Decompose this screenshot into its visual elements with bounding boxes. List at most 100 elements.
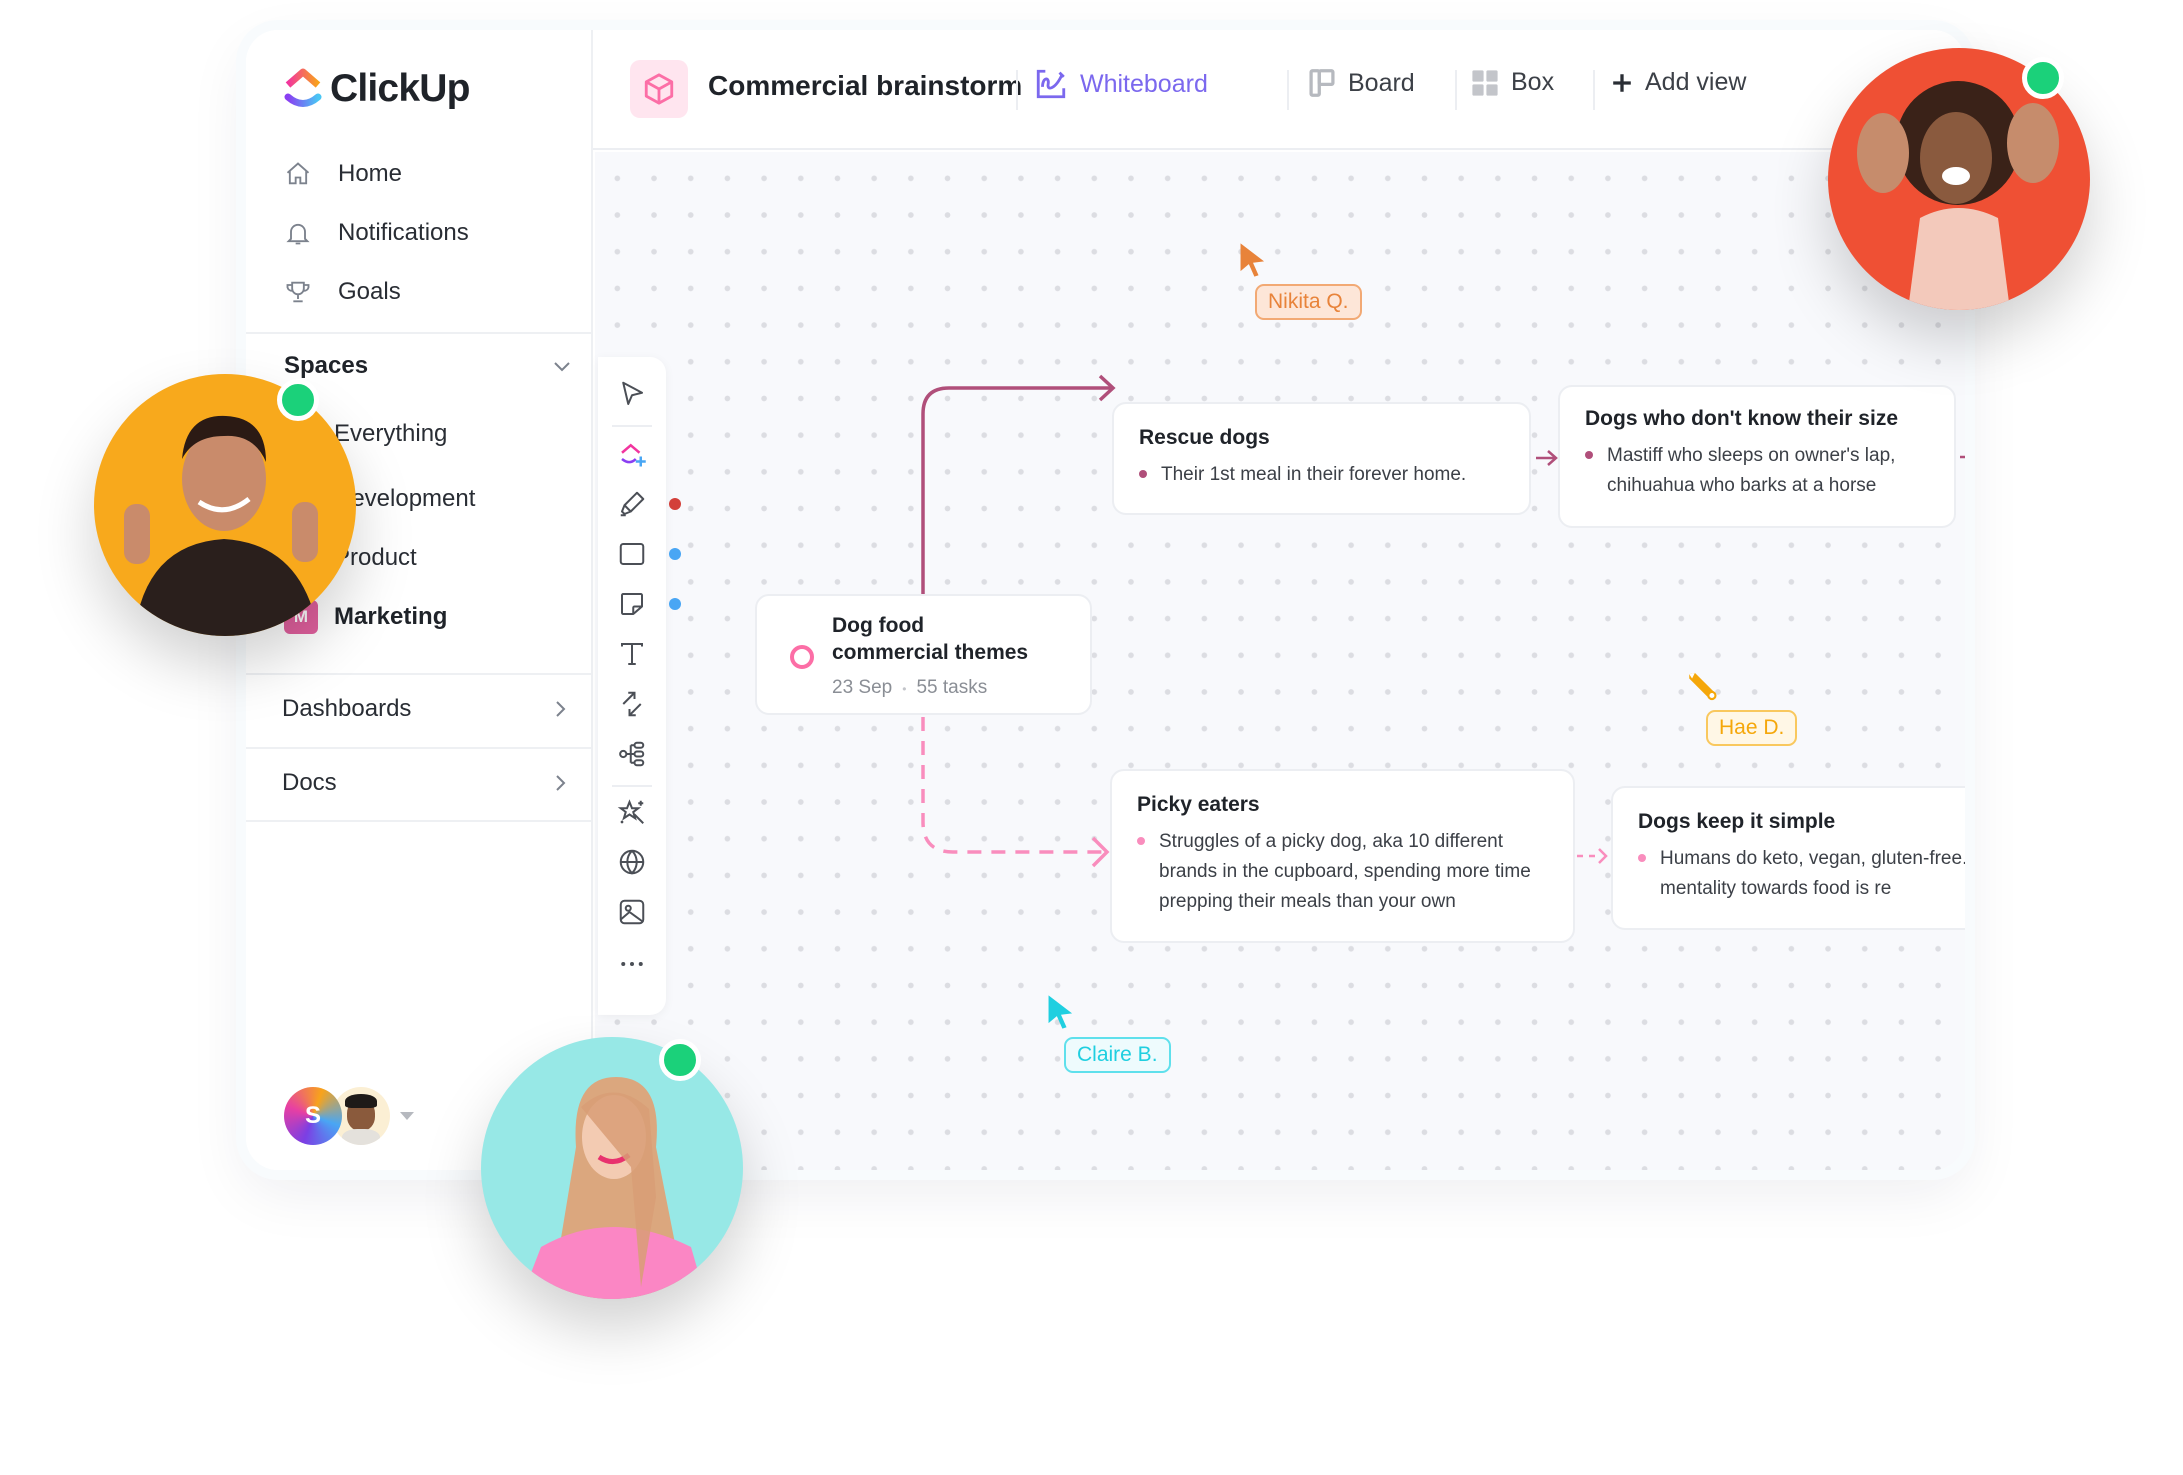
online-indicator [2022, 57, 2064, 99]
task-count: 55 tasks [916, 677, 988, 698]
trophy-icon [286, 281, 310, 303]
due-date: 23 Sep [832, 677, 893, 698]
online-indicator [277, 379, 319, 421]
chevron-down-icon[interactable] [550, 354, 574, 378]
idea-card-bullet: Mastiff who sleeps on owner's lap, chihu… [1585, 441, 1929, 501]
docs-link[interactable]: Docs [282, 769, 572, 797]
idea-card-title: Dogs who don't know their size [1585, 407, 1899, 430]
app-window: ClickUp Home Notifications Goals Spaces … [246, 30, 1965, 1170]
cursor-label-hae: Hae D. [1706, 710, 1798, 746]
clickup-logo[interactable]: ClickUp [284, 67, 470, 111]
bell-icon [286, 223, 310, 245]
divider [246, 747, 593, 749]
arrowhead [1598, 848, 1608, 864]
idea-card[interactable]: Picky eaters Struggles of a picky dog, a… [1110, 769, 1575, 943]
bullet-dot [1139, 470, 1147, 478]
bullet-dot [1638, 854, 1646, 862]
cursor-label-nikita: Nikita Q. [1255, 284, 1362, 320]
space-everything-label: Everything [334, 420, 448, 447]
main-topic-title-line2: commercial themes [832, 641, 1029, 664]
cursor-name: Claire B. [1077, 1043, 1158, 1066]
main-topic-title: Dog food commercial themes [832, 612, 1028, 666]
idea-card-bullet: Their 1st meal in their forever home. [1139, 460, 1504, 490]
tab-box[interactable]: Box [1471, 68, 1554, 97]
pencil-cursor-icon [1689, 672, 1717, 701]
nav-notifications-label: Notifications [338, 219, 469, 246]
solid-connector [921, 386, 1112, 594]
divider [1016, 70, 1018, 110]
divider [246, 673, 593, 675]
divider [1287, 70, 1289, 110]
spaces-header[interactable]: Spaces [284, 352, 574, 380]
nav-notifications[interactable]: Notifications [284, 219, 469, 247]
project-title: Commercial brainstorm [708, 70, 1023, 101]
nav-home[interactable]: Home [284, 160, 402, 188]
docs-label: Docs [282, 769, 337, 796]
clickup-wordmark: ClickUp [330, 67, 470, 110]
cursor-claire-icon [1048, 995, 1073, 1029]
bullet-dot [1585, 451, 1593, 459]
status-circle-icon [790, 645, 814, 669]
idea-card-bullet: Humans do keto, vegan, gluten-free... do… [1638, 844, 1965, 904]
idea-card[interactable]: Dogs who don't know their size Mastiff w… [1558, 385, 1956, 528]
board-icon [1309, 69, 1335, 97]
idea-card-bullet: Struggles of a picky dog, aka 10 differe… [1137, 827, 1548, 917]
idea-card-text: Their 1st meal in their forever home. [1161, 464, 1467, 485]
spaces-label: Spaces [284, 352, 369, 379]
tab-whiteboard-label: Whiteboard [1080, 69, 1208, 98]
presence-avatar-man [94, 374, 356, 636]
cursor-label-claire: Claire B. [1064, 1037, 1171, 1073]
idea-card-text: Struggles of a picky dog, aka 10 differe… [1159, 831, 1531, 912]
meta-separator: • [902, 682, 907, 696]
project-icon [630, 60, 688, 118]
tab-board-label: Board [1348, 68, 1415, 97]
dashed-connector [921, 717, 1105, 854]
whiteboard-icon [1036, 69, 1066, 99]
workspace-avatar: S [284, 1087, 342, 1145]
tab-box-label: Box [1511, 68, 1555, 96]
person-photo [124, 415, 319, 636]
dashboards-link[interactable]: Dashboards [282, 695, 572, 723]
idea-card-text: Humans do keto, vegan, gluten-free... do… [1660, 848, 1965, 899]
box-grid-icon [1472, 69, 1498, 96]
nav-goals[interactable]: Goals [284, 278, 401, 306]
clickup-logo-icon [284, 68, 322, 107]
idea-card-text: Mastiff who sleeps on owner's lap, chihu… [1607, 445, 1896, 496]
presence-avatar-woman-2 [481, 1037, 743, 1299]
main-topic-meta: 23 Sep • 55 tasks [832, 677, 987, 701]
bullet-dot [1137, 837, 1145, 845]
cursor-nikita-icon [1240, 243, 1265, 277]
whiteboard-canvas[interactable]: Dog food commercial themes 23 Sep • 55 t… [595, 152, 1965, 1170]
plus-icon [1613, 73, 1631, 92]
space-everything[interactable]: Everything [334, 420, 447, 448]
space-marketing-label: Marketing [334, 603, 448, 630]
divider [246, 820, 593, 822]
add-view-button[interactable]: Add view [1611, 68, 1746, 97]
idea-card[interactable]: Dogs keep it simple Humans do keto, vega… [1611, 786, 1965, 930]
online-indicator [659, 1039, 701, 1081]
divider [1593, 70, 1595, 110]
nav-goals-label: Goals [338, 278, 401, 305]
tab-board[interactable]: Board [1308, 68, 1415, 98]
dashboards-label: Dashboards [282, 695, 412, 722]
idea-card-title: Picky eaters [1137, 793, 1260, 816]
divider [246, 332, 593, 334]
nav-home-label: Home [338, 160, 403, 187]
cursor-name: Hae D. [1719, 716, 1785, 739]
home-icon [286, 162, 310, 185]
main-topic-card[interactable]: Dog food commercial themes 23 Sep • 55 t… [755, 594, 1092, 715]
person-photo [521, 1077, 706, 1299]
idea-card-title: Rescue dogs [1139, 426, 1270, 449]
tab-whiteboard[interactable]: Whiteboard [1034, 68, 1208, 100]
main-topic-title-line1: Dog food [832, 614, 925, 637]
user-menu[interactable]: S [284, 1087, 414, 1145]
view-header: Commercial brainstorm Whiteboard Board B… [593, 30, 1965, 150]
idea-card[interactable]: Rescue dogs Their 1st meal in their fore… [1112, 402, 1531, 515]
idea-card-title: Dogs keep it simple [1638, 810, 1836, 833]
chevron-right-icon [556, 701, 566, 717]
caret-down-icon [400, 1112, 414, 1120]
cursor-name: Nikita Q. [1268, 290, 1349, 313]
cube-icon [644, 73, 674, 105]
divider [1455, 70, 1457, 110]
chevron-right-icon [556, 775, 566, 791]
